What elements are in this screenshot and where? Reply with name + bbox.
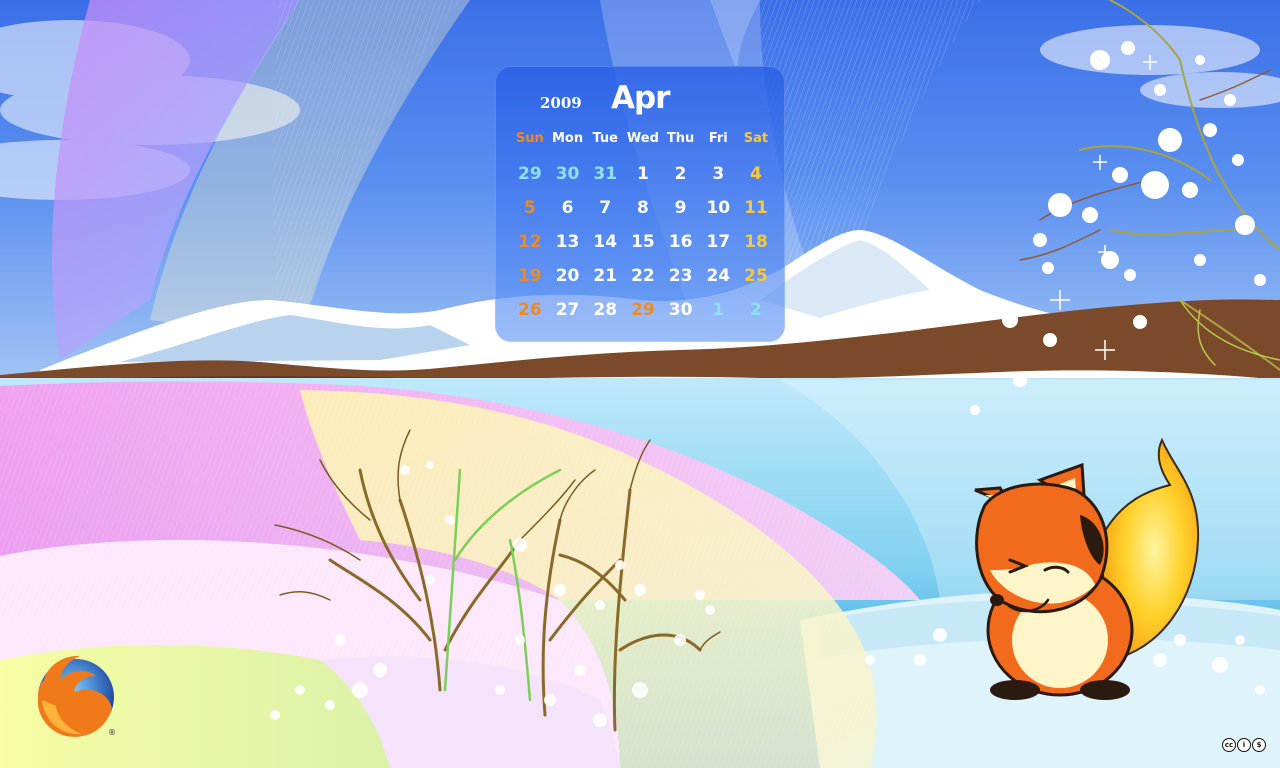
calendar-widget: 2009 Apr Sun Mon Tue Wed Thu Fri Sat 29 … xyxy=(495,66,785,342)
creative-commons-badge-icon: cc i $ xyxy=(1222,738,1266,752)
calendar-day: 14 xyxy=(593,232,618,252)
cc-icon: cc xyxy=(1222,738,1236,752)
calendar-day: 26 xyxy=(518,300,542,320)
weekday-sat: Sat xyxy=(743,131,769,146)
weekday-wed: Wed xyxy=(626,131,659,146)
calendar-day: 3 xyxy=(712,164,725,184)
calendar-day: 7 xyxy=(599,198,612,218)
calendar-day: 4 xyxy=(750,164,762,184)
nc-icon: $ xyxy=(1252,738,1266,752)
calendar-day: 17 xyxy=(706,232,731,252)
calendar-day: 19 xyxy=(518,266,542,286)
weekday-header-row: Sun Mon Tue Wed Thu Fri Sat xyxy=(511,128,775,150)
calendar-day: 1 xyxy=(636,164,649,184)
calendar-day: 29 xyxy=(631,300,655,320)
calendar-day: 20 xyxy=(555,266,580,286)
calendar-day: 22 xyxy=(631,266,655,286)
calendar-week-row: 19 20 21 22 23 24 25 xyxy=(511,259,775,293)
calendar-day: 10 xyxy=(706,198,731,218)
weekday-sun: Sun xyxy=(515,131,544,146)
calendar-year: 2009 xyxy=(540,94,582,112)
calendar-week-row: 26 27 28 29 30 1 2 xyxy=(511,293,775,327)
calendar-day: 1 xyxy=(712,300,725,320)
weekday-mon: Mon xyxy=(551,131,584,146)
calendar-day: 13 xyxy=(555,232,580,252)
calendar-day: 11 xyxy=(744,198,768,218)
calendar-day: 29 xyxy=(518,164,542,184)
calendar-day: 5 xyxy=(523,198,536,218)
calendar-day: 31 xyxy=(593,164,618,184)
weekday-thu: Thu xyxy=(666,131,695,146)
calendar-day: 6 xyxy=(561,198,574,218)
calendar-week-row: 29 30 31 1 2 3 4 xyxy=(511,157,775,191)
calendar-day: 28 xyxy=(593,300,618,320)
weekday-tue: Tue xyxy=(592,131,618,146)
calendar-week-row: 5 6 7 8 9 10 11 xyxy=(511,191,775,225)
calendar-day: 15 xyxy=(631,232,655,252)
calendar-header: 2009 Apr xyxy=(495,76,785,122)
calendar-day: 8 xyxy=(636,198,649,218)
calendar-day: 24 xyxy=(706,266,731,286)
registered-mark: ® xyxy=(108,728,116,737)
calendar-day: 27 xyxy=(555,300,580,320)
calendar-day: 30 xyxy=(668,300,693,320)
calendar-day: 12 xyxy=(518,232,542,252)
calendar-day: 30 xyxy=(555,164,580,184)
calendar-month: Apr xyxy=(611,80,670,116)
calendar-day: 2 xyxy=(674,164,687,184)
calendar-day: 23 xyxy=(668,266,693,286)
by-icon: i xyxy=(1237,738,1251,752)
weekday-fri: Fri xyxy=(708,131,728,146)
calendar-day: 18 xyxy=(744,232,768,252)
calendar-day: 25 xyxy=(744,266,768,286)
calendar-day: 21 xyxy=(593,266,618,286)
calendar-day: 2 xyxy=(750,300,762,320)
calendar-week-row: 12 13 14 15 16 17 18 xyxy=(511,225,775,259)
calendar-day: 16 xyxy=(668,232,693,252)
calendar-grid: Sun Mon Tue Wed Thu Fri Sat 29 30 31 1 2… xyxy=(511,128,775,327)
calendar-day: 9 xyxy=(674,198,687,218)
